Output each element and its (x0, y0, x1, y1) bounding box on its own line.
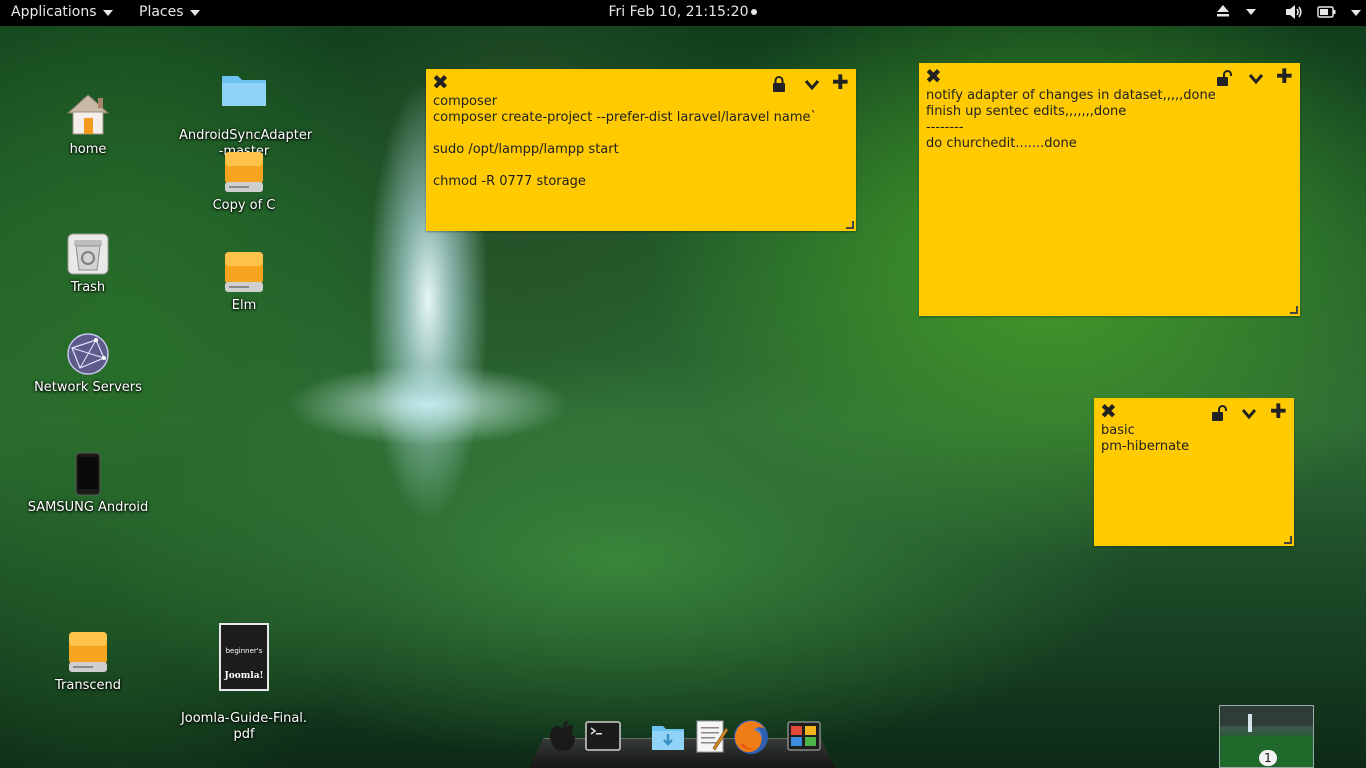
lock-icon[interactable] (772, 74, 786, 94)
firefox-icon (734, 720, 768, 754)
dock-terminal[interactable] (585, 718, 621, 754)
eject-menu[interactable] (1216, 4, 1256, 18)
clock[interactable]: Fri Feb 10, 21:15:20 (0, 4, 1366, 20)
dock-firefox[interactable] (732, 718, 768, 754)
collapse-note-button[interactable] (1248, 69, 1264, 89)
note-text[interactable]: composer composer create-project --prefe… (433, 94, 817, 190)
volume-icon (1286, 5, 1302, 19)
system-status-menu[interactable] (1285, 4, 1361, 20)
add-note-button[interactable]: ✚ (1276, 66, 1293, 86)
dock-system-monitor[interactable] (786, 718, 822, 754)
resize-handle[interactable] (1290, 306, 1298, 314)
samsung-android-desktop-icon[interactable]: SAMSUNG Android (23, 452, 153, 516)
collapse-note-button[interactable] (1241, 404, 1257, 424)
resize-handle[interactable] (846, 221, 854, 229)
network-globe-icon (67, 333, 109, 375)
cover-logo-1: Joomla! (224, 671, 264, 681)
workspace-switcher[interactable]: 1 (1219, 705, 1314, 768)
top-panel: Applications Places Fri Feb 10, 21:15:20 (0, 0, 1366, 26)
note-text[interactable]: basic pm-hibernate (1101, 423, 1189, 455)
clock-label: Fri Feb 10, 21:15:20 (608, 4, 749, 20)
chevron-down-icon (1246, 9, 1256, 15)
joomla-guide-desktop-icon[interactable]: beginner's Joomla! Joomla! Joomla! Jooml… (179, 607, 309, 759)
close-note-button[interactable]: ✖ (1100, 401, 1117, 421)
chevron-down-icon (1351, 10, 1361, 16)
eject-icon (1217, 5, 1229, 17)
desktop-icon-label: Network Servers (34, 380, 142, 395)
desktop-icon-label: Trash (70, 280, 106, 295)
trash-desktop-icon[interactable]: Trash (23, 232, 153, 296)
add-note-button[interactable]: ✚ (1270, 401, 1287, 421)
home-desktop-icon[interactable]: home (23, 92, 153, 158)
workspace-number: 1 (1259, 750, 1277, 766)
home-folder-icon (66, 94, 110, 135)
cover-title: beginner's (225, 647, 263, 655)
close-note-button[interactable]: ✖ (432, 72, 449, 92)
hard-drive-icon (225, 252, 263, 292)
apple-icon (550, 721, 575, 751)
close-note-button[interactable]: ✖ (925, 66, 942, 86)
add-note-button[interactable]: ✚ (832, 72, 849, 92)
unlock-icon[interactable] (1216, 68, 1232, 88)
battery-icon (1317, 6, 1336, 18)
desktop-icon-label: Transcend (55, 678, 121, 693)
text-editor-icon (696, 720, 729, 753)
phone-icon (75, 452, 101, 496)
dock-text-editor[interactable] (693, 718, 729, 754)
unlock-icon[interactable] (1211, 403, 1227, 423)
hard-drive-icon (225, 152, 263, 192)
notification-dot-icon (751, 9, 758, 15)
sticky-note[interactable]: ✖ ✚ composer composer create-project --p… (426, 69, 856, 231)
terminal-icon (585, 721, 621, 751)
system-monitor-icon (787, 721, 821, 751)
downloads-folder-icon (652, 726, 684, 750)
collapse-note-button[interactable] (804, 75, 820, 95)
desktop-icon-label: Copy of C (212, 198, 276, 213)
desktop-icon-label: Joomla-Guide-Final. pdf (180, 711, 308, 742)
note-text[interactable]: notify adapter of changes in dataset,,,,… (926, 88, 1216, 152)
dock-apple-launcher[interactable] (544, 718, 580, 754)
network-servers-desktop-icon[interactable]: Network Servers (23, 332, 153, 396)
dock (528, 712, 836, 768)
sticky-note[interactable]: ✖ ✚ notify adapter of changes in dataset… (919, 63, 1300, 316)
copy-of-c-desktop-icon[interactable]: Copy of C (179, 150, 309, 214)
resize-handle[interactable] (1284, 536, 1292, 544)
dock-downloads[interactable] (650, 718, 686, 754)
sticky-note[interactable]: ✖ ✚ basic pm-hibernate (1094, 398, 1294, 546)
desktop-icon-label: Elm (231, 298, 257, 313)
desktop-icon-label: home (69, 142, 107, 157)
transcend-desktop-icon[interactable]: Transcend (23, 630, 153, 694)
elm-desktop-icon[interactable]: Elm (179, 250, 309, 314)
folder-icon (222, 76, 266, 106)
pdf-thumbnail-icon: beginner's Joomla! Joomla! Joomla! Jooml… (219, 623, 269, 691)
hard-drive-icon (69, 632, 107, 672)
desktop-icon-label: SAMSUNG Android (27, 500, 149, 515)
trash-icon (67, 233, 109, 275)
